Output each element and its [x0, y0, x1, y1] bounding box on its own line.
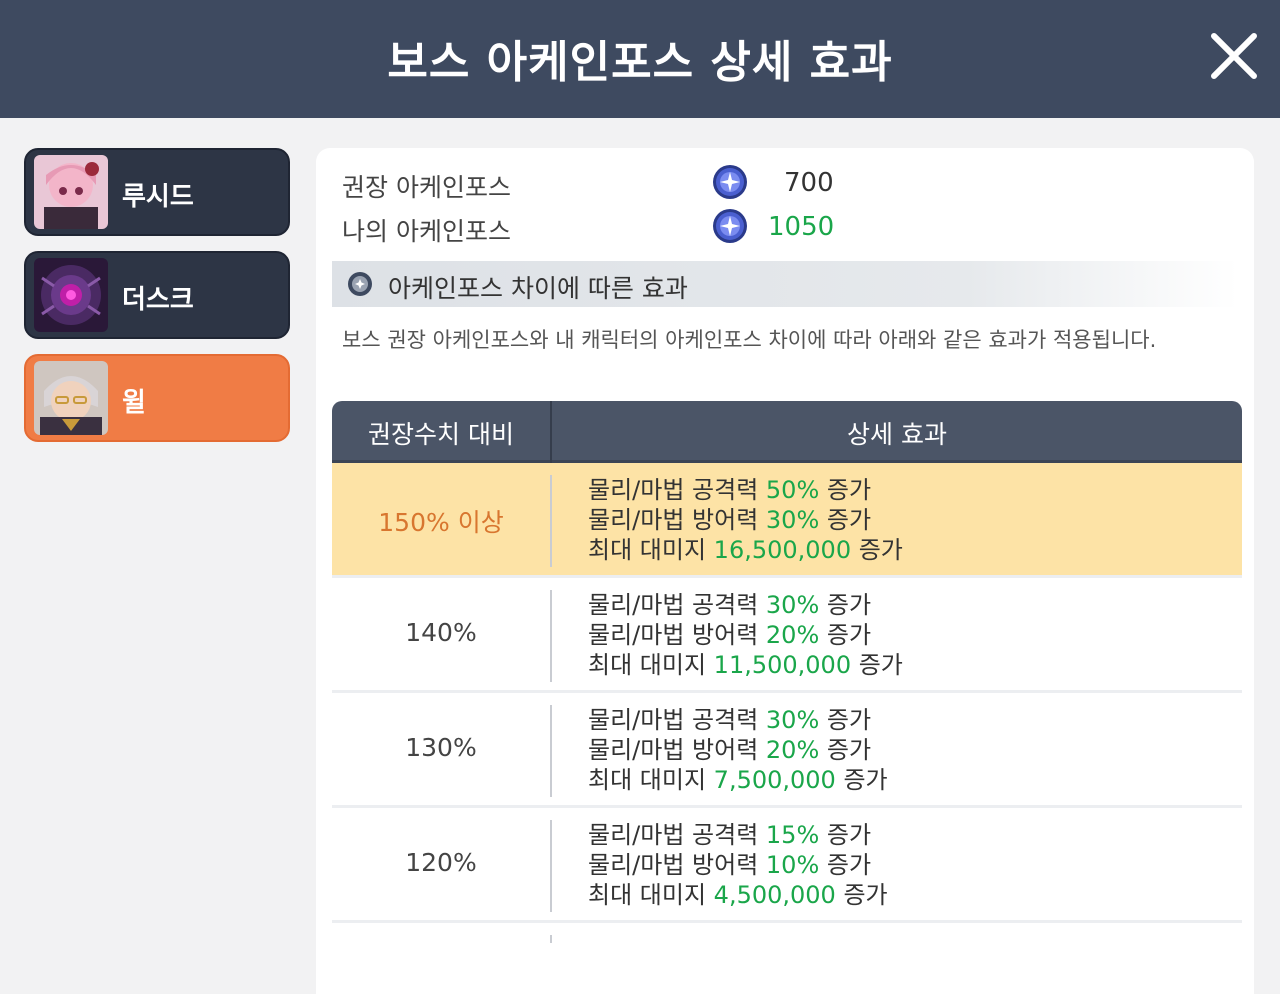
effects-cell: 물리/마법 공격력 30% 증가 물리/마법 방어력 20% 증가 최대 대미지… — [588, 590, 903, 680]
close-icon — [1211, 33, 1257, 79]
lucid-avatar — [34, 155, 108, 229]
table-row: 120% 물리/마법 공격력 15% 증가 물리/마법 방어력 10% 증가 최… — [332, 808, 1242, 923]
section-header: 아케인포스 차이에 따른 효과 — [332, 261, 1238, 307]
column-header-ratio: 권장수치 대비 — [368, 420, 514, 449]
my-force-value: 1050 — [768, 212, 835, 242]
effect-line: 물리/마법 방어력 30% 증가 — [588, 506, 872, 534]
boss-list: 루시드 더스크 윌 — [24, 148, 290, 457]
ratio-cell: 150% 이상 — [378, 508, 504, 537]
table-header: 권장수치 대비 상세 효과 — [332, 401, 1242, 463]
boss-name: 루시드 — [122, 182, 194, 212]
effect-line: 물리/마법 공격력 30% 증가 — [588, 591, 872, 619]
will-avatar — [34, 361, 108, 435]
ratio-cell: 140% — [405, 618, 477, 647]
my-force-row: 나의 아케인포스 1050 — [342, 208, 842, 248]
boss-item-dusk[interactable]: 더스크 — [24, 251, 290, 339]
ratio-cell: 120% — [405, 848, 477, 877]
dusk-avatar — [34, 258, 108, 332]
row-divider — [550, 820, 552, 912]
recommended-force-label: 권장 아케인포스 — [342, 173, 511, 202]
arcane-force-icon — [713, 165, 747, 199]
recommended-force-value: 700 — [784, 168, 834, 198]
effect-line: 물리/마법 공격력 15% 증가 — [588, 821, 872, 849]
effect-line: 물리/마법 공격력 50% 증가 — [588, 476, 872, 504]
effect-line: 최대 대미지 4,500,000 증가 — [588, 881, 888, 909]
row-divider — [550, 475, 552, 567]
row-divider — [550, 590, 552, 682]
my-force-label: 나의 아케인포스 — [342, 217, 511, 246]
effects-cell: 물리/마법 공격력 50% 증가 물리/마법 방어력 30% 증가 최대 대미지… — [588, 475, 903, 565]
boss-item-lucid[interactable]: 루시드 — [24, 148, 290, 236]
header-bar: 보스 아케인포스 상세 효과 — [0, 0, 1280, 118]
row-divider — [550, 705, 552, 797]
effect-line: 물리/마법 공격력 30% 증가 — [588, 706, 872, 734]
detail-panel: 권장 아케인포스 700 나의 아케인포스 1050 아케인포스 차이에 따른 … — [316, 148, 1254, 994]
section-description: 보스 권장 아케인포스와 내 캐릭터의 아케인포스 차이에 따라 아래와 같은 … — [342, 328, 1157, 352]
effect-line: 최대 대미지 11,500,000 증가 — [588, 651, 903, 679]
effects-cell: 물리/마법 공격력 30% 증가 물리/마법 방어력 20% 증가 최대 대미지… — [588, 705, 888, 795]
effect-line: 물리/마법 방어력 10% 증가 — [588, 851, 872, 879]
boss-item-will[interactable]: 윌 — [24, 354, 290, 442]
boss-name: 더스크 — [122, 285, 194, 315]
table-row: 130% 물리/마법 공격력 30% 증가 물리/마법 방어력 20% 증가 최… — [332, 693, 1242, 808]
table-row: 140% 물리/마법 공격력 30% 증가 물리/마법 방어력 20% 증가 최… — [332, 578, 1242, 693]
effects-table: 권장수치 대비 상세 효과 150% 이상 물리/마법 공격력 50% 증가 물… — [332, 401, 1242, 943]
effect-line: 물리/마법 방어력 20% 증가 — [588, 621, 872, 649]
effects-cell: 물리/마법 공격력 15% 증가 물리/마법 방어력 10% 증가 최대 대미지… — [588, 820, 888, 910]
close-button[interactable] — [1206, 28, 1262, 84]
effect-line: 최대 대미지 16,500,000 증가 — [588, 536, 903, 564]
plus-circle-icon — [348, 272, 372, 296]
effect-line: 물리/마법 방어력 20% 증가 — [588, 736, 872, 764]
table-row: 150% 이상 물리/마법 공격력 50% 증가 물리/마법 방어력 30% 증… — [332, 463, 1242, 578]
recommended-force-row: 권장 아케인포스 700 — [342, 164, 842, 204]
ratio-cell: 130% — [405, 733, 477, 762]
effect-line: 최대 대미지 7,500,000 증가 — [588, 766, 888, 794]
row-divider — [550, 935, 552, 943]
arcane-force-icon — [713, 209, 747, 243]
table-row — [332, 923, 1242, 943]
page-title: 보스 아케인포스 상세 효과 — [387, 37, 893, 88]
section-title: 아케인포스 차이에 따른 효과 — [388, 274, 688, 303]
boss-name: 윌 — [122, 388, 146, 418]
column-header-effects: 상세 효과 — [847, 420, 947, 449]
